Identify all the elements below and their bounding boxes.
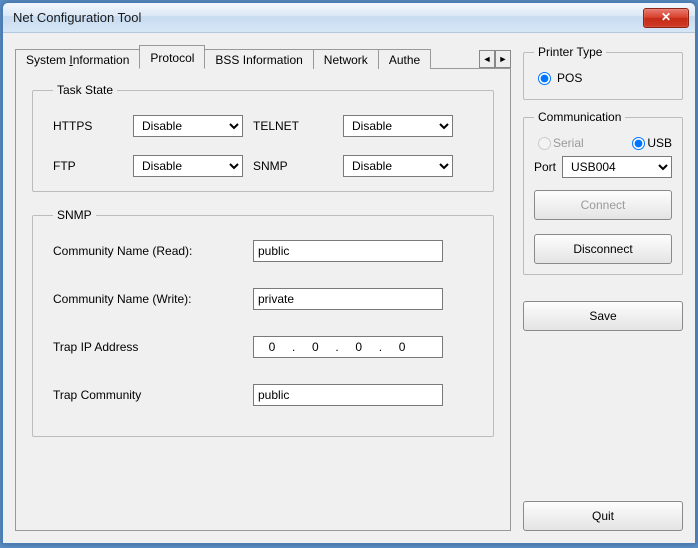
trap-community-row: Trap Community — [53, 384, 473, 406]
connect-button: Connect — [534, 190, 672, 220]
community-read-label: Community Name (Read): — [53, 244, 253, 258]
disconnect-button[interactable]: Disconnect — [534, 234, 672, 264]
left-pane: System Information Protocol BSS Informat… — [15, 45, 511, 531]
communication-mode-row: Serial USB — [534, 136, 672, 150]
printer-type-pos-radio[interactable] — [538, 72, 551, 85]
communication-serial-label: Serial — [553, 136, 584, 150]
communication-group: Communication Serial USB Port USB004 — [523, 110, 683, 275]
tab-bar: System Information Protocol BSS Informat… — [15, 45, 511, 69]
tab-authe[interactable]: Authe — [378, 49, 431, 69]
tab-scroll: ◄ ► — [479, 50, 511, 68]
https-label: HTTPS — [53, 119, 123, 133]
task-state-group: Task State HTTPS Disable TELNET Disable … — [32, 83, 494, 192]
telnet-select[interactable]: Disable — [343, 115, 453, 137]
https-select[interactable]: Disable — [133, 115, 243, 137]
titlebar[interactable]: Net Configuration Tool ✕ — [3, 3, 695, 33]
ftp-select[interactable]: Disable — [133, 155, 243, 177]
community-write-label: Community Name (Write): — [53, 292, 253, 306]
tab-network[interactable]: Network — [313, 49, 379, 69]
communication-usb-radio[interactable] — [632, 137, 645, 150]
snmp-select[interactable]: Disable — [343, 155, 453, 177]
communication-serial-radio — [538, 137, 551, 150]
telnet-label: TELNET — [253, 119, 333, 133]
right-pane: Printer Type POS Communication Serial US… — [523, 45, 683, 531]
communication-usb-label: USB — [647, 136, 672, 150]
client-area: System Information Protocol BSS Informat… — [3, 33, 695, 543]
snmp-legend: SNMP — [53, 208, 96, 222]
port-row: Port USB004 — [534, 156, 672, 178]
community-write-input[interactable] — [253, 288, 443, 310]
trap-ip-octet-4[interactable] — [384, 339, 420, 355]
trap-ip-octet-2[interactable] — [297, 339, 333, 355]
printer-type-legend: Printer Type — [534, 45, 606, 59]
port-select[interactable]: USB004 — [562, 156, 672, 178]
save-button[interactable]: Save — [523, 301, 683, 331]
app-window: Net Configuration Tool ✕ System Informat… — [2, 2, 696, 544]
close-button[interactable]: ✕ — [643, 8, 689, 28]
communication-legend: Communication — [534, 110, 625, 124]
task-state-legend: Task State — [53, 83, 117, 97]
tab-bss-information[interactable]: BSS Information — [204, 49, 313, 69]
task-grid: HTTPS Disable TELNET Disable FTP Disable… — [53, 115, 473, 177]
tab-scroll-right[interactable]: ► — [495, 50, 511, 68]
trap-ip-field[interactable]: . . . — [253, 336, 443, 358]
trap-ip-octet-1[interactable] — [254, 339, 290, 355]
tab-scroll-left[interactable]: ◄ — [479, 50, 495, 68]
printer-type-group: Printer Type POS — [523, 45, 683, 100]
trap-ip-label: Trap IP Address — [53, 340, 253, 354]
snmp-group: SNMP Community Name (Read): Community Na… — [32, 208, 494, 437]
tab-system-information[interactable]: System Information — [15, 49, 140, 69]
trap-community-label: Trap Community — [53, 388, 253, 402]
community-read-input[interactable] — [253, 240, 443, 262]
printer-type-pos-label: POS — [557, 71, 582, 85]
community-read-row: Community Name (Read): — [53, 240, 473, 262]
window-title: Net Configuration Tool — [9, 10, 643, 25]
trap-community-input[interactable] — [253, 384, 443, 406]
port-label: Port — [534, 160, 556, 174]
printer-type-pos-row: POS — [534, 71, 672, 85]
trap-ip-row: Trap IP Address . . . — [53, 336, 473, 358]
tab-panel-protocol: Task State HTTPS Disable TELNET Disable … — [15, 69, 511, 531]
community-write-row: Community Name (Write): — [53, 288, 473, 310]
ftp-label: FTP — [53, 159, 123, 173]
trap-ip-octet-3[interactable] — [341, 339, 377, 355]
quit-button[interactable]: Quit — [523, 501, 683, 531]
snmp-label: SNMP — [253, 159, 333, 173]
tab-protocol[interactable]: Protocol — [139, 45, 205, 69]
